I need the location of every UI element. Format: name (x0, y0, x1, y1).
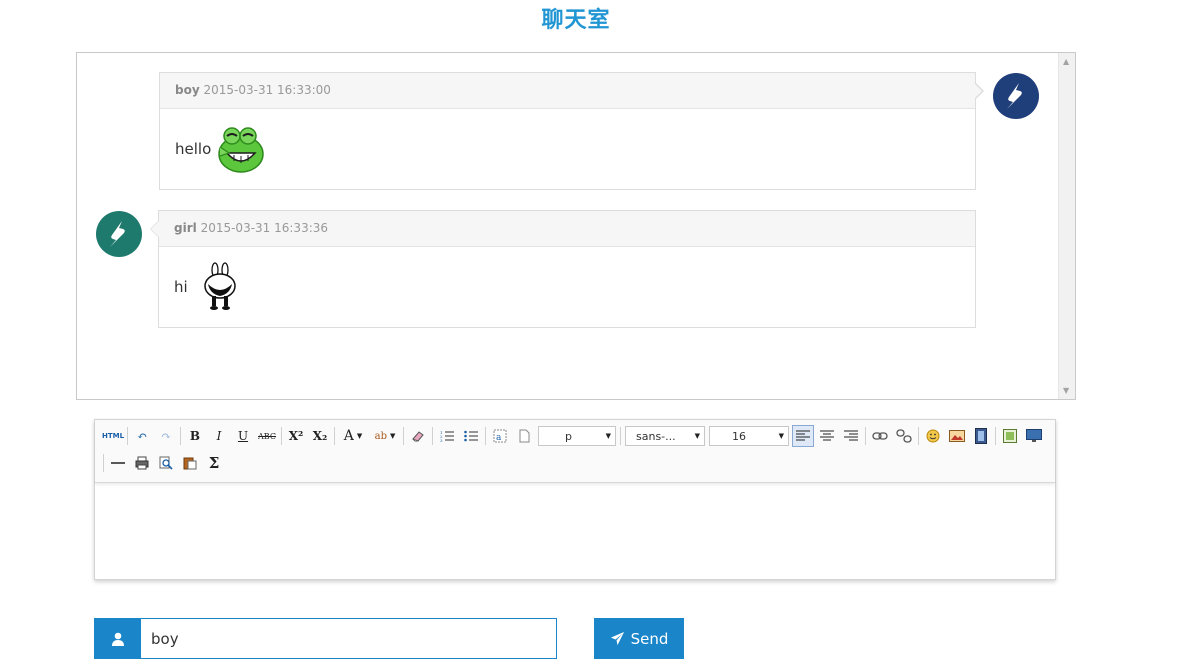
message-timestamp: 2015-03-31 16:33:36 (200, 221, 329, 235)
horizontal-rule-icon[interactable] (107, 452, 129, 474)
chevron-down-icon: ▼ (605, 432, 611, 440)
unordered-list-icon[interactable] (460, 425, 482, 447)
redo-button[interactable]: ↷ (155, 425, 177, 447)
rich-text-editor: HTML ↶ ↷ B I U ABC X² X₂ A ▼ ab ▼ 123 a … (94, 419, 1056, 580)
message-header: boy 2015-03-31 16:33:00 (160, 73, 975, 109)
emoticon-icon[interactable] (922, 425, 944, 447)
bunny-emoji-icon (200, 262, 240, 312)
undo-button[interactable]: ↶ (131, 425, 153, 447)
chevron-down-icon: ▼ (694, 432, 700, 440)
toolbar-separator (432, 427, 433, 445)
align-left-icon[interactable] (792, 425, 814, 447)
superscript-button[interactable]: X² (285, 425, 307, 447)
avatar (993, 73, 1039, 119)
send-button-label: Send (630, 629, 669, 648)
subscript-button[interactable]: X₂ (309, 425, 331, 447)
avatar (96, 211, 142, 257)
image-icon[interactable] (946, 425, 968, 447)
paste-icon[interactable] (179, 452, 201, 474)
leaf-logo-icon (1007, 83, 1022, 109)
toolbar-separator (334, 427, 335, 445)
user-icon (112, 632, 124, 646)
bubble-arrow (150, 220, 159, 238)
font-size-select[interactable]: 16 ▼ (709, 426, 789, 446)
message-header: girl 2015-03-31 16:33:36 (159, 211, 975, 247)
message-timestamp: 2015-03-31 16:33:00 (203, 83, 331, 97)
chat-message-girl: girl 2015-03-31 16:33:36 hi (150, 210, 976, 328)
bold-button[interactable]: B (184, 425, 206, 447)
vertical-scrollbar[interactable]: ▲ ▼ (1058, 53, 1075, 399)
message-username: boy (175, 83, 200, 97)
username-input-group (94, 618, 557, 659)
toolbar-separator (918, 427, 919, 445)
user-addon (95, 619, 141, 658)
bubble-arrow (974, 82, 984, 100)
eraser-icon[interactable] (407, 425, 429, 447)
toolbar-row-2: Σ (101, 451, 226, 475)
scroll-down-icon[interactable]: ▼ (1063, 386, 1069, 395)
strikethrough-button[interactable]: ABC (256, 425, 278, 447)
anchor-icon[interactable]: a (489, 425, 511, 447)
align-right-icon[interactable] (840, 425, 862, 447)
paper-plane-icon (610, 631, 624, 646)
video-icon[interactable] (970, 425, 992, 447)
align-center-icon[interactable] (816, 425, 838, 447)
svg-text:a: a (496, 433, 502, 443)
toolbar-separator (865, 427, 866, 445)
scroll-up-icon[interactable]: ▲ (1063, 57, 1069, 66)
html-source-button[interactable]: HTML (102, 425, 124, 447)
toolbar-separator (180, 427, 181, 445)
editor-content-area[interactable] (95, 483, 1055, 577)
paragraph-format-value: p (565, 429, 572, 443)
font-family-value: sans-... (636, 429, 676, 443)
monitor-preview-icon[interactable] (1023, 425, 1045, 447)
print-icon[interactable] (131, 452, 153, 474)
chevron-down-icon: ▼ (778, 432, 784, 440)
paragraph-format-select[interactable]: p ▼ (538, 426, 616, 446)
leaf-logo-icon (110, 221, 125, 247)
toolbar-row-1: HTML ↶ ↷ B I U ABC X² X₂ A ▼ ab ▼ 123 a … (101, 424, 1046, 448)
editor-toolbar: HTML ↶ ↷ B I U ABC X² X₂ A ▼ ab ▼ 123 a … (95, 420, 1055, 483)
page-title: 聊天室 (541, 8, 611, 33)
send-button[interactable]: Send (594, 618, 684, 659)
font-color-button[interactable]: A ▼ (338, 425, 368, 447)
link-icon[interactable] (869, 425, 891, 447)
message-body: hello (160, 109, 975, 189)
toolbar-separator (127, 427, 128, 445)
font-size-value: 16 (732, 429, 746, 443)
toolbar-separator (995, 427, 996, 445)
username-input[interactable] (141, 619, 556, 658)
toolbar-separator (103, 454, 104, 472)
font-family-select[interactable]: sans-... ▼ (625, 426, 705, 446)
underline-button[interactable]: U (232, 425, 254, 447)
page-icon[interactable] (513, 425, 535, 447)
toolbar-separator (403, 427, 404, 445)
italic-button[interactable]: I (208, 425, 230, 447)
toolbar-separator (620, 427, 621, 445)
svg-text:3: 3 (440, 438, 443, 443)
ordered-list-icon[interactable]: 123 (436, 425, 458, 447)
grinning-frog-emoji-icon (215, 123, 267, 175)
chat-message-panel[interactable]: boy 2015-03-31 16:33:00 hello girl 2015-… (76, 52, 1076, 400)
toolbar-separator (281, 427, 282, 445)
highlight-button[interactable]: ab ▼ (370, 425, 400, 447)
message-username: girl (174, 221, 197, 235)
preview-icon[interactable] (155, 452, 177, 474)
message-text: hi (174, 278, 188, 296)
message-text: hello (175, 140, 212, 158)
formula-icon[interactable]: Σ (203, 452, 225, 474)
chat-message-boy: boy 2015-03-31 16:33:00 hello (159, 72, 984, 190)
toolbar-separator (485, 427, 486, 445)
unlink-icon[interactable] (893, 425, 915, 447)
map-icon[interactable] (999, 425, 1021, 447)
message-body: hi (159, 247, 975, 327)
